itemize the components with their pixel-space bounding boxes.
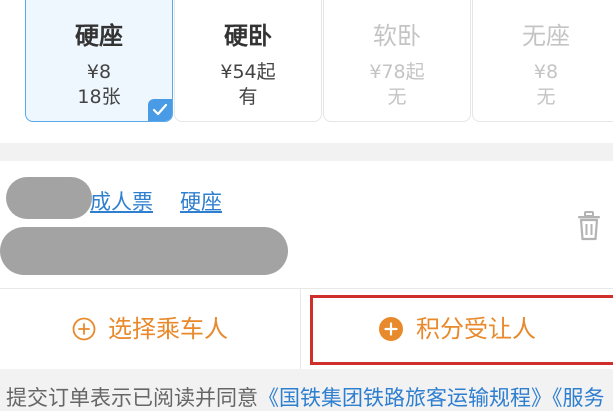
seat-name: 硬座 <box>75 22 123 50</box>
seat-availability: 有 <box>238 86 258 108</box>
seat-availability: 无 <box>536 86 556 108</box>
ticket-type-link[interactable]: 成人票 <box>90 189 153 215</box>
seat-type-link[interactable]: 硬座 <box>180 189 222 215</box>
plus-circle-outline-icon <box>72 317 96 341</box>
seat-availability: 无 <box>387 86 407 108</box>
service-link[interactable]: 《服务 <box>552 386 605 410</box>
seat-price: ¥8 <box>86 61 112 83</box>
seat-type-panel: 硬座 ¥8 18张 硬卧 ¥54起 有 软卧 ¥78起 无 无座 ¥8 无 <box>0 0 613 143</box>
seat-card-hard-sleeper[interactable]: 硬卧 ¥54起 有 <box>174 0 322 122</box>
redacted-id-number <box>0 227 288 275</box>
plus-circle-filled-icon <box>379 317 403 341</box>
seat-name: 硬卧 <box>224 22 272 50</box>
rules-link[interactable]: 《国铁集团铁路旅客运输规程》 <box>258 386 552 410</box>
trash-icon[interactable] <box>576 211 602 241</box>
points-transferee-label: 积分受让人 <box>416 315 536 343</box>
seat-price: ¥54起 <box>220 61 276 83</box>
seat-price: ¥8 <box>533 61 559 83</box>
select-passenger-label: 选择乘车人 <box>108 315 228 343</box>
agreement-prefix: 提交订单表示已阅读并同意 <box>6 386 258 410</box>
select-passenger-button[interactable]: 选择乘车人 <box>0 289 300 369</box>
seat-name: 软卧 <box>373 22 421 50</box>
points-transferee-button[interactable]: 积分受让人 <box>301 289 613 369</box>
seat-price: ¥78起 <box>369 61 425 83</box>
passenger-panel: 成人票 硬座 选择乘车人 积分受让人 <box>0 161 613 369</box>
seat-name: 无座 <box>522 22 570 50</box>
seat-card-soft-sleeper: 软卧 ¥78起 无 <box>323 0 471 122</box>
check-icon <box>148 99 172 121</box>
seat-card-hard-seat[interactable]: 硬座 ¥8 18张 <box>25 0 173 122</box>
agreement-text: 提交订单表示已阅读并同意《国铁集团铁路旅客运输规程》《服务 <box>6 385 605 411</box>
redacted-passenger-name <box>6 177 92 219</box>
seat-card-no-seat: 无座 ¥8 无 <box>472 0 613 122</box>
